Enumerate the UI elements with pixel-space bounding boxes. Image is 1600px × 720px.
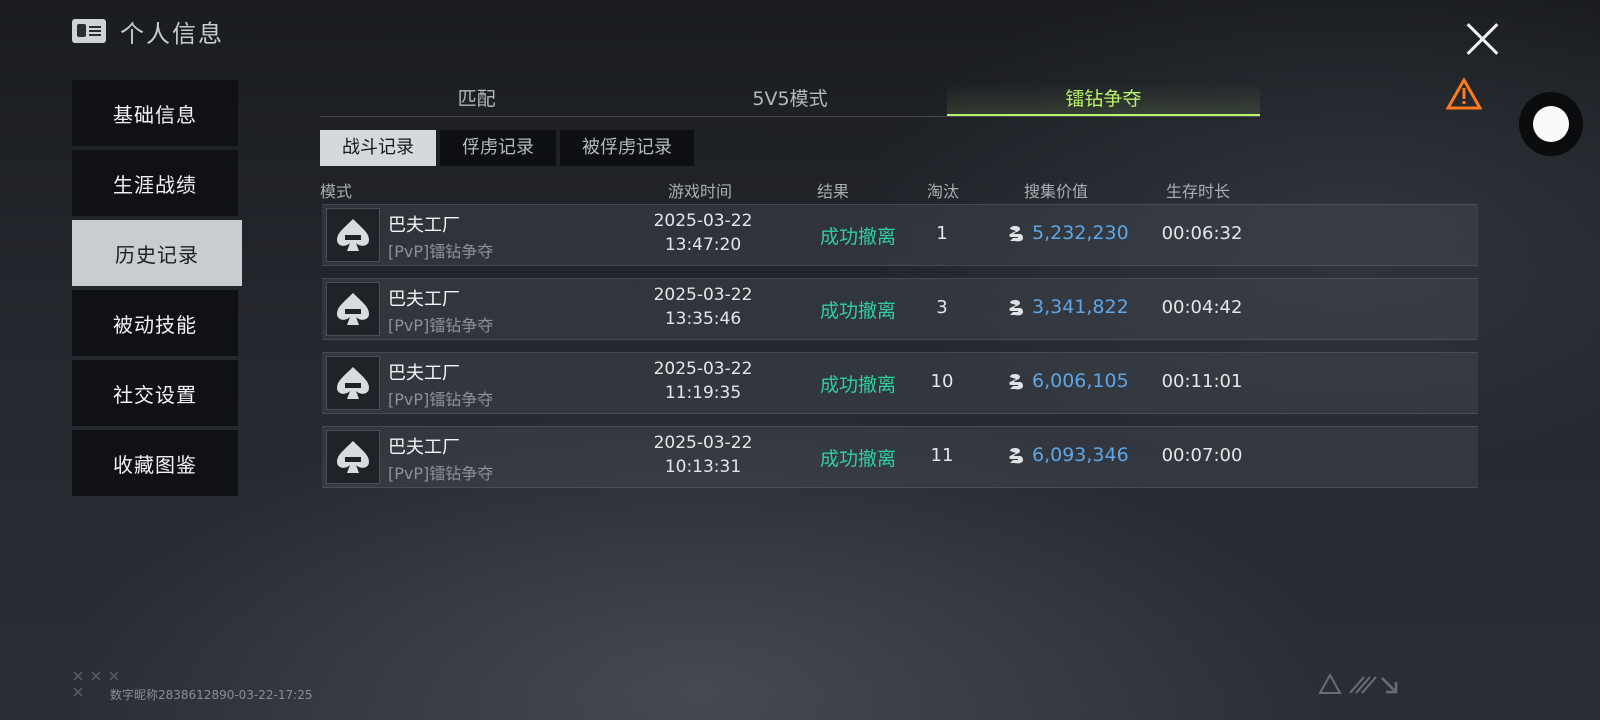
player-watermark: 数字昵称2838612890-03-22-17:25 bbox=[110, 688, 313, 702]
table-row[interactable]: 巴夫工厂 [PvP]镭钻争夺 2025-03-22 11:19:35 成功撤离 … bbox=[322, 352, 1478, 414]
coin-icon bbox=[1009, 448, 1023, 464]
game-date: 2025-03-22 bbox=[653, 285, 753, 305]
game-time: 11:19:35 bbox=[664, 383, 742, 403]
sidebar-item-passive-skills[interactable]: 被动技能 bbox=[72, 290, 238, 356]
sidebar-item-label: 社交设置 bbox=[113, 382, 197, 407]
subtab-battle-records[interactable]: 战斗记录 bbox=[320, 130, 436, 166]
game-time: 10:13:31 bbox=[664, 457, 742, 477]
sidebar-item-label: 历史记录 bbox=[115, 242, 199, 267]
game-date: 2025-03-22 bbox=[653, 211, 753, 231]
collected-value: 6,006,105 bbox=[1032, 370, 1129, 392]
page-title: 个人信息 bbox=[120, 19, 224, 48]
value-cell: 3,341,822 bbox=[1006, 296, 1129, 318]
survival-duration: 00:11:01 bbox=[1161, 371, 1243, 392]
coin-icon bbox=[1009, 226, 1023, 242]
game-date: 2025-03-22 bbox=[653, 359, 753, 379]
spade-map-icon bbox=[326, 356, 380, 410]
sidebar: 基础信息 生涯战绩 历史记录 被动技能 社交设置 收藏图鉴 bbox=[72, 80, 242, 500]
game-date: 2025-03-22 bbox=[653, 433, 753, 453]
column-header-value: 搜集价值 bbox=[1024, 182, 1089, 201]
collected-value: 5,232,230 bbox=[1032, 222, 1129, 244]
sidebar-item-career-stats[interactable]: 生涯战绩 bbox=[72, 150, 238, 216]
column-header-duration: 生存时长 bbox=[1166, 182, 1231, 201]
map-name: 巴夫工厂 bbox=[388, 289, 460, 310]
subtab-captive-records[interactable]: 俘虏记录 bbox=[440, 130, 556, 166]
game-time: 13:35:46 bbox=[664, 309, 742, 329]
kill-count: 11 bbox=[930, 445, 954, 466]
mode-label: [PvP]镭钻争夺 bbox=[388, 316, 494, 335]
brand-decoration bbox=[1318, 672, 1398, 694]
survival-duration: 00:07:00 bbox=[1161, 445, 1243, 466]
sidebar-item-basic-info[interactable]: 基础信息 bbox=[72, 80, 238, 146]
battle-record-list: 巴夫工厂 [PvP]镭钻争夺 2025-03-22 13:47:20 成功撤离 … bbox=[322, 204, 1478, 500]
map-name: 巴夫工厂 bbox=[388, 215, 460, 236]
kill-count: 3 bbox=[936, 297, 948, 318]
column-header-result: 结果 bbox=[817, 182, 850, 201]
mode-label: [PvP]镭钻争夺 bbox=[388, 242, 494, 261]
sidebar-item-history[interactable]: 历史记录 bbox=[72, 220, 242, 286]
sidebar-item-label: 基础信息 bbox=[113, 102, 197, 127]
survival-duration: 00:06:32 bbox=[1161, 223, 1243, 244]
tab-match[interactable]: 匹配 bbox=[320, 84, 633, 116]
map-name: 巴夫工厂 bbox=[388, 363, 460, 384]
collected-value: 3,341,822 bbox=[1032, 296, 1129, 318]
close-icon[interactable] bbox=[1465, 22, 1499, 56]
sidebar-item-label: 生涯战绩 bbox=[113, 172, 197, 197]
column-header-time: 游戏时间 bbox=[668, 182, 733, 201]
spade-map-icon bbox=[326, 430, 380, 484]
warning-icon[interactable] bbox=[1446, 78, 1482, 110]
subtab-captured-records[interactable]: 被俘虏记录 bbox=[560, 130, 694, 166]
coin-icon bbox=[1009, 374, 1023, 390]
mode-label: [PvP]镭钻争夺 bbox=[388, 464, 494, 483]
value-cell: 6,093,346 bbox=[1006, 444, 1129, 466]
sidebar-item-label: 收藏图鉴 bbox=[113, 452, 197, 477]
game-time: 13:47:20 bbox=[664, 235, 742, 255]
value-cell: 5,232,230 bbox=[1006, 222, 1129, 244]
mode-label: [PvP]镭钻争夺 bbox=[388, 390, 494, 409]
value-cell: 6,006,105 bbox=[1006, 370, 1129, 392]
table-row[interactable]: 巴夫工厂 [PvP]镭钻争夺 2025-03-22 13:47:20 成功撤离 … bbox=[322, 204, 1478, 266]
spade-map-icon bbox=[326, 282, 380, 336]
map-name: 巴夫工厂 bbox=[388, 437, 460, 458]
tab-5v5[interactable]: 5V5模式 bbox=[633, 84, 946, 116]
floating-ball-button[interactable] bbox=[1519, 92, 1583, 156]
table-header: 模式 游戏时间 结果 淘汰 搜集价值 生存时长 bbox=[320, 178, 1480, 202]
table-row[interactable]: 巴夫工厂 [PvP]镭钻争夺 2025-03-22 10:13:31 成功撤离 … bbox=[322, 426, 1478, 488]
sidebar-item-collection[interactable]: 收藏图鉴 bbox=[72, 430, 238, 496]
record-subtabs: 战斗记录 俘虏记录 被俘虏记录 bbox=[320, 130, 694, 166]
id-card-icon bbox=[72, 19, 106, 43]
column-header-kills: 淘汰 bbox=[927, 182, 960, 201]
tab-diamond-contest[interactable]: 镭钻争夺 bbox=[946, 84, 1260, 116]
survival-duration: 00:04:42 bbox=[1161, 297, 1243, 318]
mode-tabs: 匹配 5V5模式 镭钻争夺 bbox=[320, 84, 1260, 117]
spade-map-icon bbox=[326, 208, 380, 262]
collected-value: 6,093,346 bbox=[1032, 444, 1129, 466]
kill-count: 10 bbox=[930, 371, 954, 392]
column-header-mode: 模式 bbox=[320, 182, 353, 201]
sidebar-item-social-settings[interactable]: 社交设置 bbox=[72, 360, 238, 426]
kill-count: 1 bbox=[936, 223, 948, 244]
sidebar-item-label: 被动技能 bbox=[113, 312, 197, 337]
header: 个人信息 bbox=[72, 14, 224, 48]
table-row[interactable]: 巴夫工厂 [PvP]镭钻争夺 2025-03-22 13:35:46 成功撤离 … bbox=[322, 278, 1478, 340]
coin-icon bbox=[1009, 300, 1023, 316]
